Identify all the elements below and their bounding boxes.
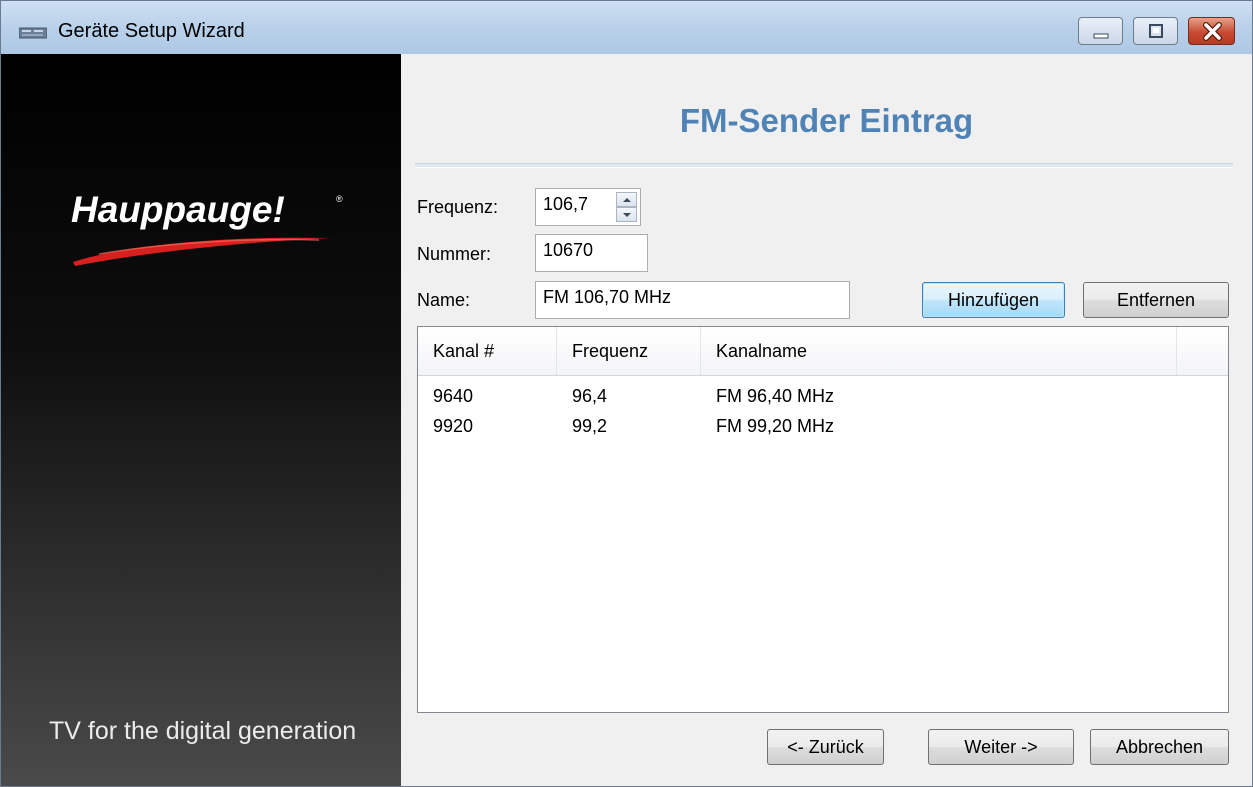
name-field[interactable]: FM 106,70 MHz <box>535 281 850 319</box>
maximize-icon <box>1149 24 1163 38</box>
cell-kanal: 9920 <box>433 416 474 436</box>
cell-kanal: 9640 <box>433 386 474 406</box>
channel-list-header: Kanal # Frequenz Kanalname <box>418 327 1228 376</box>
column-header-kanal[interactable]: Kanal # <box>418 327 557 375</box>
wizard-content: FM-Sender Eintrag Frequenz: 106,7 Nummer… <box>401 54 1252 786</box>
svg-text:®: ® <box>336 194 343 204</box>
column-header-frequenz[interactable]: Frequenz <box>557 327 701 375</box>
cancel-button[interactable]: Abbrechen <box>1090 729 1229 765</box>
chevron-down-icon <box>623 213 631 217</box>
frequenz-label: Frequenz: <box>417 197 499 217</box>
maximize-button[interactable] <box>1133 17 1178 45</box>
sidebar-brand-panel: Hauppauge! ® TV for the digital generati… <box>1 54 401 786</box>
minimize-button[interactable] <box>1078 17 1123 45</box>
close-icon <box>1203 22 1222 41</box>
brand-tagline: TV for the digital generation <box>49 717 357 745</box>
frequenz-spin-down[interactable] <box>616 207 637 222</box>
frequenz-spinbox[interactable]: 106,7 <box>535 188 641 226</box>
next-button[interactable]: Weiter -> <box>928 729 1074 765</box>
close-button[interactable] <box>1188 17 1235 45</box>
column-header-kanalname[interactable]: Kanalname <box>701 327 1177 375</box>
title-divider <box>415 163 1233 168</box>
title-bar[interactable]: Geräte Setup Wizard <box>1 1 1252 54</box>
cell-kanalname: FM 99,20 MHz <box>716 416 835 436</box>
cell-frequenz: 99,2 <box>572 416 608 436</box>
nummer-label: Nummer: <box>417 244 492 264</box>
remove-button[interactable]: Entfernen <box>1083 282 1229 318</box>
add-button[interactable]: Hinzufügen <box>922 282 1065 318</box>
nummer-field[interactable]: 10670 <box>535 234 648 272</box>
table-row[interactable]: 9920 99,2 FM 99,20 MHz <box>418 413 1228 443</box>
table-row[interactable]: 9640 96,4 FM 96,40 MHz <box>418 383 1228 413</box>
column-header-filler <box>1177 327 1228 375</box>
svg-text:Hauppauge!: Hauppauge! <box>71 189 285 230</box>
name-label: Name: <box>417 290 471 310</box>
back-button[interactable]: <- Zurück <box>767 729 884 765</box>
chevron-up-icon <box>623 198 631 202</box>
wizard-window: Geräte Setup Wizard Hauppauge! ® TV for … <box>0 0 1253 787</box>
hauppauge-logo: Hauppauge! ® <box>71 189 343 266</box>
channel-list[interactable]: Kanal # Frequenz Kanalname 9640 96,4 FM … <box>417 326 1229 713</box>
minimize-icon <box>1093 33 1109 39</box>
frequenz-value: 106,7 <box>543 194 589 214</box>
frequenz-spin-up[interactable] <box>616 192 637 207</box>
tv-tuner-icon <box>19 27 47 39</box>
window-title: Geräte Setup Wizard <box>58 20 245 42</box>
cell-frequenz: 96,4 <box>572 386 608 406</box>
cell-kanalname: FM 96,40 MHz <box>716 386 835 406</box>
page-title: FM-Sender Eintrag <box>679 102 974 139</box>
